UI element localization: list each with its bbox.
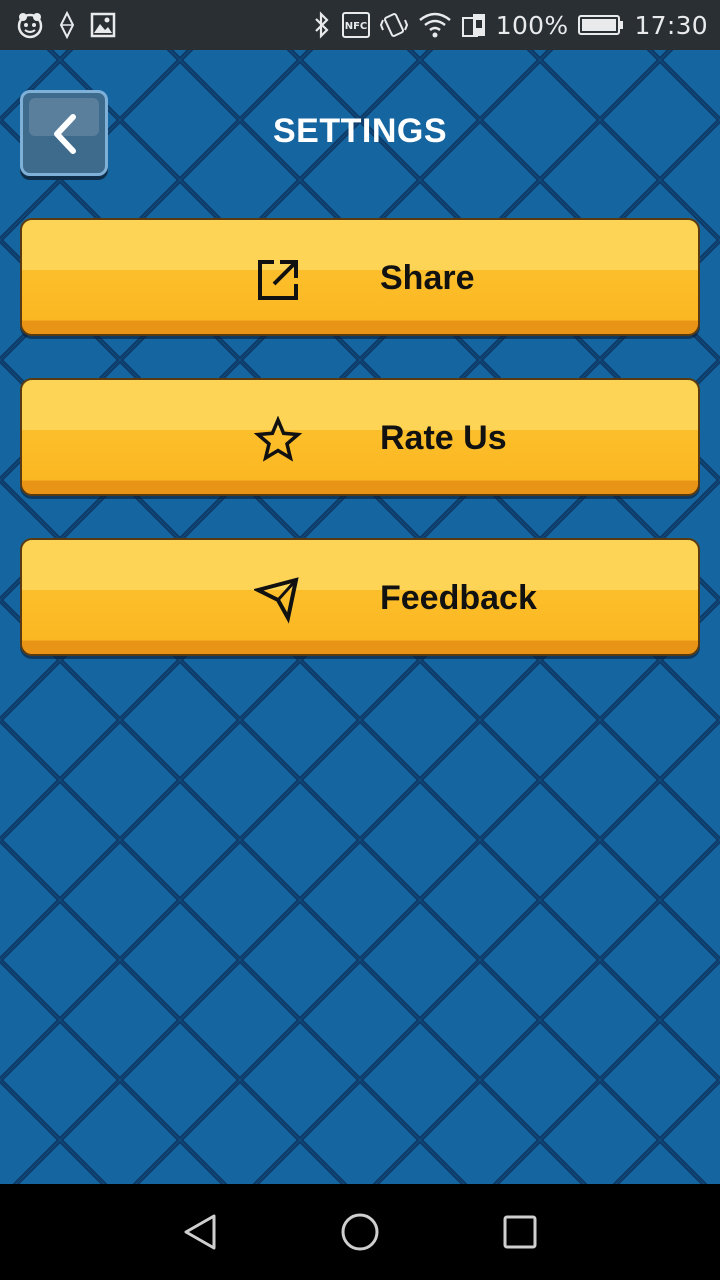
rate-us-button[interactable]: Rate Us	[20, 378, 700, 496]
send-icon	[254, 576, 302, 624]
nav-home-button[interactable]	[338, 1210, 382, 1254]
battery-icon	[578, 14, 624, 36]
nfc-label: NFC	[344, 21, 367, 32]
status-bar: NFC 100% 17:30	[0, 0, 720, 50]
page-title: SETTINGS	[272, 112, 448, 150]
image-notification-icon	[90, 12, 116, 38]
bluetooth-icon	[312, 11, 332, 39]
battery-percent: 100%	[495, 10, 569, 40]
feedback-label: Feedback	[380, 579, 537, 617]
share-label: Share	[380, 259, 475, 297]
navigation-bar	[0, 1184, 720, 1280]
settings-screen: SETTINGS Share Rate Us Feedback	[0, 50, 720, 1184]
share-button[interactable]: Share	[20, 218, 700, 336]
status-indicators: NFC 100% 17:30	[312, 0, 708, 50]
nfc-icon: NFC	[341, 12, 370, 38]
star-icon	[254, 416, 302, 464]
diamond-notification-icon	[58, 11, 76, 39]
feedback-button[interactable]: Feedback	[20, 538, 700, 656]
rate-us-label: Rate Us	[380, 419, 507, 457]
recents-square-icon	[503, 1215, 537, 1249]
nav-back-button[interactable]	[178, 1210, 222, 1254]
face-notification-icon	[16, 11, 44, 39]
vibrate-icon	[379, 11, 408, 39]
home-circle-icon	[341, 1213, 379, 1251]
wifi-icon	[418, 12, 452, 38]
sim-icon	[461, 12, 486, 38]
clock: 17:30	[634, 10, 708, 40]
status-notifications	[16, 0, 116, 50]
back-triangle-icon	[184, 1214, 216, 1250]
nav-recents-button[interactable]	[498, 1210, 542, 1254]
share-icon	[254, 256, 302, 304]
